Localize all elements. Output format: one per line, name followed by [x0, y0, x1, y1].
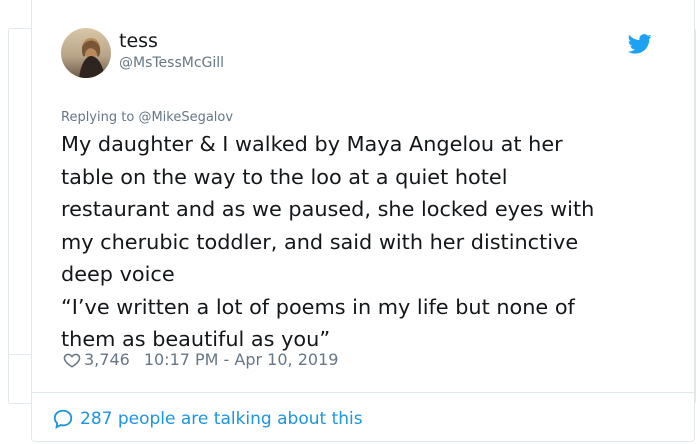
user-handle[interactable]: @MsTessMcGill	[119, 55, 224, 71]
speech-bubble-icon	[53, 409, 73, 429]
reply-context: Replying to @MikeSegalov	[61, 110, 233, 125]
tweet-timestamp[interactable]: 10:17 PM - Apr 10, 2019	[144, 350, 339, 369]
tweet-text-line: “I’ve written a lot of poems in my life …	[61, 294, 575, 319]
conversation-count-text[interactable]: 287 people are talking about this	[80, 409, 363, 429]
like-count[interactable]: 3,746	[84, 350, 130, 369]
tweet-text-line: deep voice	[61, 262, 175, 286]
reply-mention-link[interactable]: @MikeSegalov	[138, 110, 233, 125]
display-name[interactable]: tess	[119, 30, 158, 52]
tweet-meta: 3,746 10:17 PM - Apr 10, 2019	[63, 350, 338, 369]
twitter-bird-icon[interactable]	[628, 34, 652, 54]
tweet-text-line: My daughter & I walked by Maya Angelou a…	[61, 132, 563, 156]
tweet-text-line: restaurant and as we paused, she locked …	[61, 197, 595, 221]
tweet-card: tess @MsTessMcGill Replying to @MikeSega…	[31, 0, 695, 442]
avatar[interactable]	[61, 28, 111, 78]
tweet-text-line: my cherubic toddler, and said with her d…	[61, 229, 579, 254]
heart-icon[interactable]	[63, 351, 81, 369]
card-divider	[32, 392, 694, 393]
reply-prefix: Replying to	[61, 110, 135, 125]
conversation-link[interactable]: 287 people are talking about this	[52, 408, 363, 430]
tweet-text-line: table on the way to the loo at a quiet h…	[61, 164, 508, 189]
tweet-text: My daughter & I walked by Maya Angelou a…	[61, 128, 681, 356]
